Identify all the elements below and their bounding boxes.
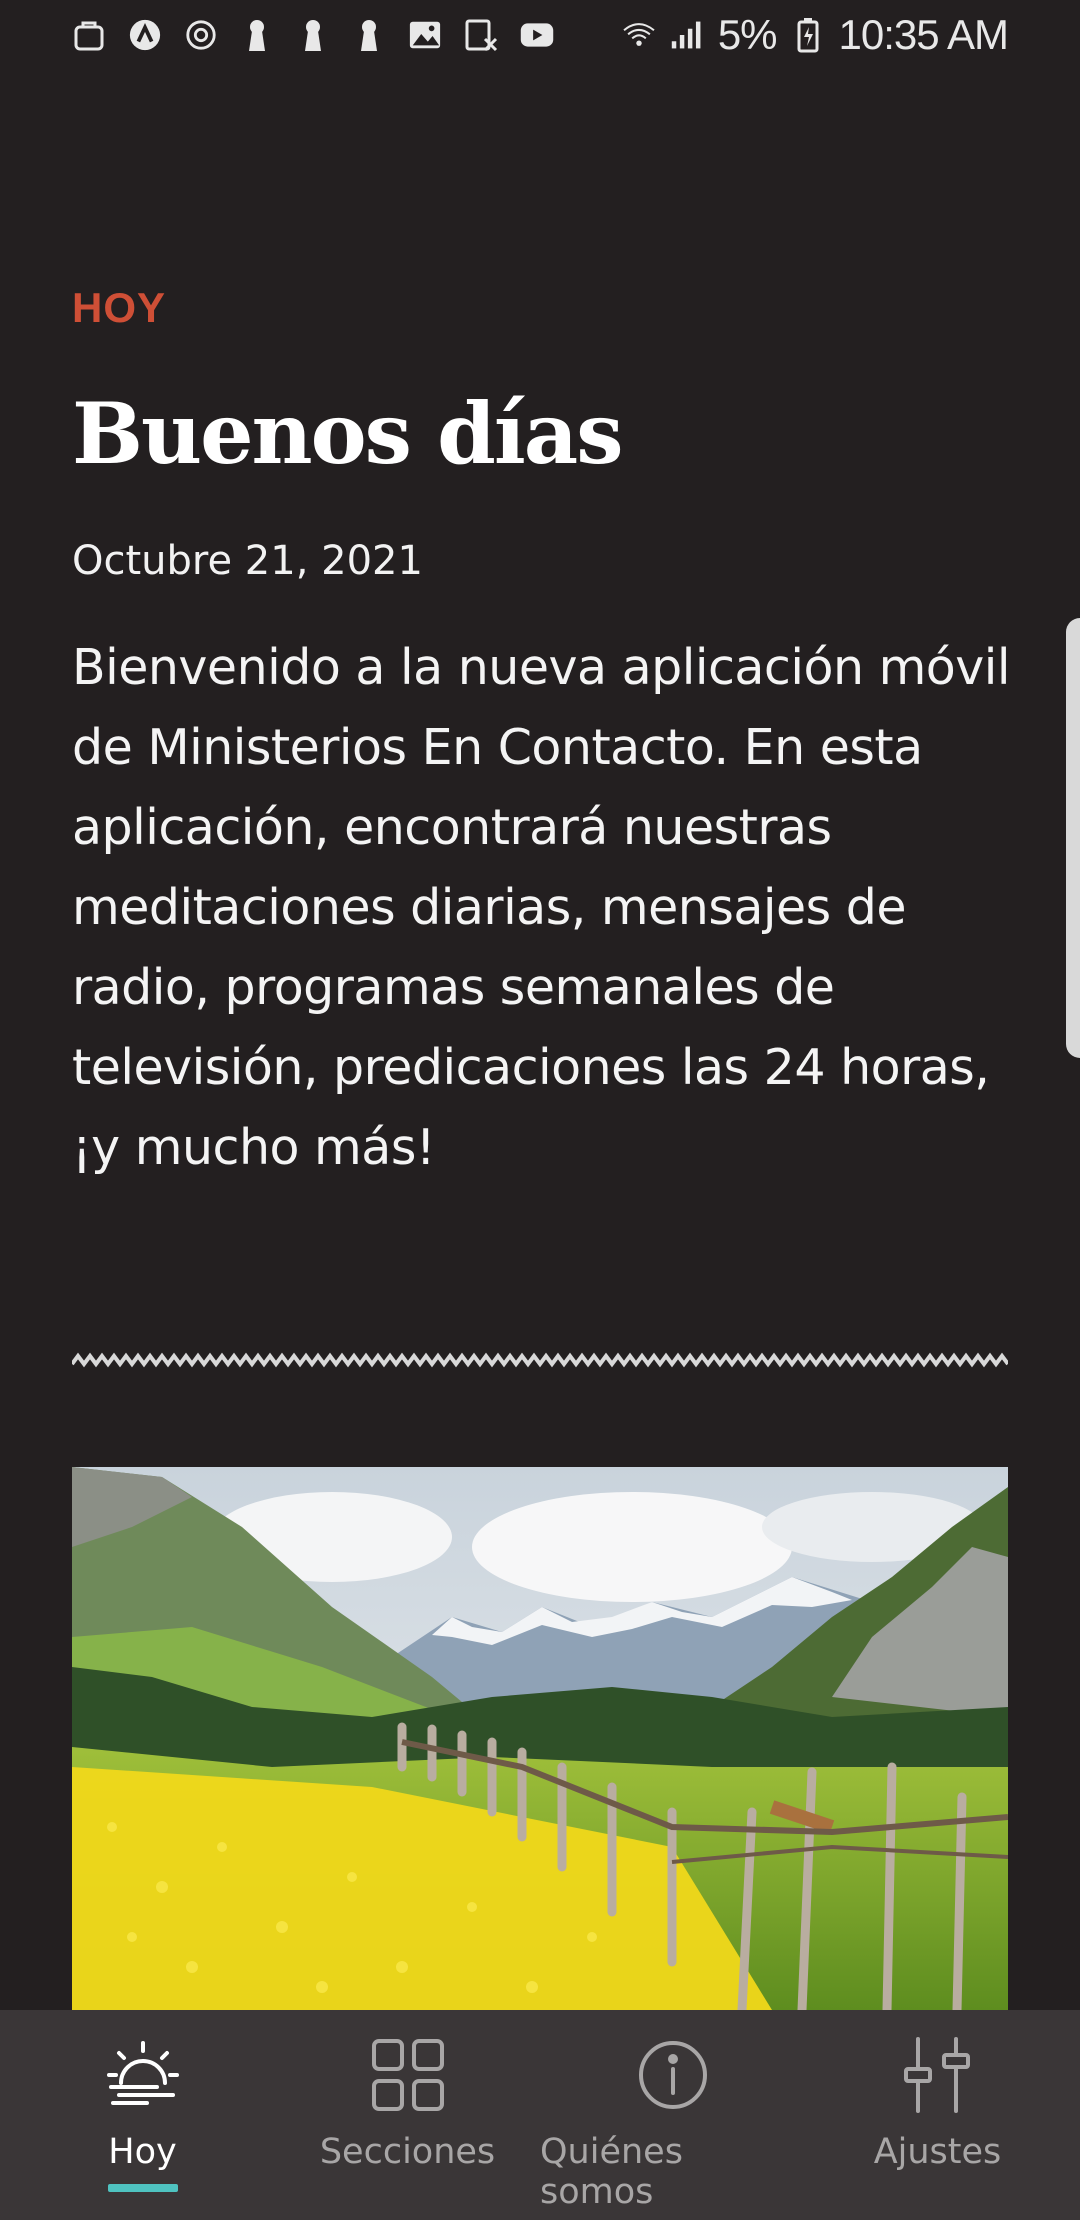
nav-label-secciones: Secciones — [319, 2132, 496, 2172]
intro-text: Bienvenido a la nueva aplicación móvil d… — [72, 639, 1011, 1176]
nav-item-quienes-somos[interactable]: Quiénes somos — [540, 2010, 805, 2220]
nav-label-hoy: Hoy — [108, 2132, 177, 2172]
battery-icon — [791, 18, 825, 53]
nav-item-hoy[interactable]: Hoy — [10, 2010, 275, 2220]
sun-icon — [98, 2030, 188, 2120]
bottom-navigation: Hoy Secciones Quiénes somos Ajustes — [0, 2010, 1080, 2220]
sync-icon — [184, 18, 218, 52]
wifi-icon — [622, 18, 656, 52]
status-notification-icons — [72, 18, 554, 52]
keyhole-icon — [352, 18, 386, 52]
nav-item-secciones[interactable]: Secciones — [275, 2010, 540, 2220]
scroll-handle[interactable] — [1066, 618, 1080, 1058]
wavy-divider — [72, 1352, 1008, 1368]
youtube-icon — [520, 18, 554, 52]
keyhole-icon — [240, 18, 274, 52]
nav-item-ajustes[interactable]: Ajustes — [805, 2010, 1070, 2220]
nav-label-ajustes: Ajustes — [873, 2132, 1002, 2172]
image-icon — [408, 18, 442, 52]
date-label: Octubre 21, 2021 — [72, 538, 423, 584]
section-label: HOY — [72, 284, 167, 331]
info-icon — [628, 2030, 718, 2120]
battery-percent: 5% — [717, 11, 778, 58]
status-time: 10:35 AM — [838, 11, 1009, 58]
page-title: Buenos días — [72, 384, 624, 483]
active-tab-indicator — [107, 2184, 178, 2192]
no-sim-icon — [464, 18, 498, 52]
nav-label-quienes-somos: Quiénes somos — [540, 2132, 683, 2212]
mountain-meadow-image — [72, 1467, 1008, 2010]
bag-icon — [72, 18, 106, 52]
keyhole-icon — [296, 18, 330, 52]
assistant-icon — [128, 18, 162, 52]
signal-icon — [670, 18, 704, 52]
grid-icon — [363, 2030, 453, 2120]
sliders-icon — [893, 2030, 983, 2120]
status-bar: 5% 10:35 AM — [0, 0, 1080, 70]
hero-image[interactable] — [72, 1467, 1008, 2010]
status-system-icons: 5% 10:35 AM — [622, 11, 1009, 59]
